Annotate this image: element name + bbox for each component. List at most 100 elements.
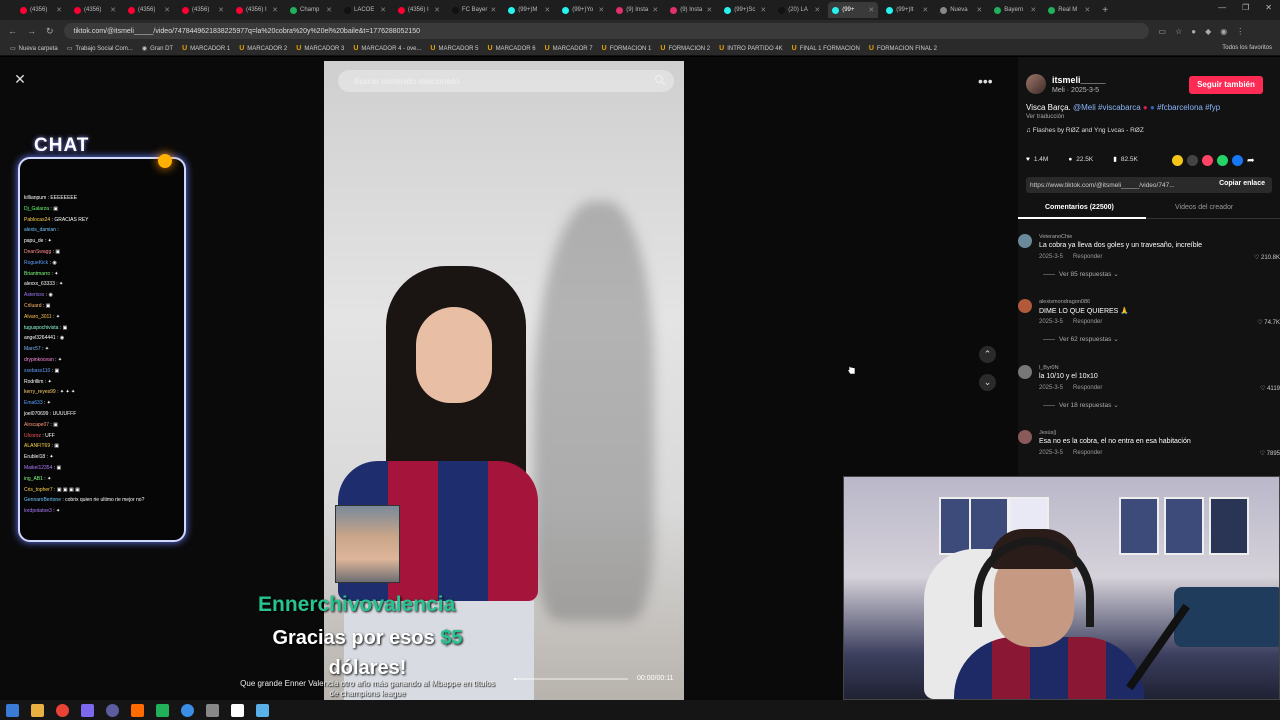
- browser-tab[interactable]: (99+ ✕: [828, 2, 879, 18]
- comment-likes[interactable]: ♡ 74.7K: [1230, 319, 1280, 326]
- file-explorer-icon[interactable]: [31, 703, 44, 717]
- close-tab-icon[interactable]: ✕: [218, 6, 224, 14]
- reply-button[interactable]: Responder: [1073, 385, 1102, 391]
- star-icon[interactable]: ☆: [1175, 27, 1182, 36]
- reload-icon[interactable]: ↻: [46, 26, 54, 37]
- browser-tab[interactable]: (4356) ✕: [124, 2, 174, 18]
- browser-tab[interactable]: (99+)Sc ✕: [720, 2, 770, 18]
- browser-tab[interactable]: (4356) I ✕: [232, 2, 282, 18]
- close-window-icon[interactable]: ✕: [1265, 3, 1272, 12]
- close-tab-icon[interactable]: ✕: [164, 6, 170, 14]
- new-tab-button[interactable]: +: [1102, 5, 1108, 16]
- close-tab-icon[interactable]: ✕: [652, 6, 658, 14]
- bookmark-item[interactable]: ▭ Nueva carpeta: [10, 45, 58, 53]
- profile-icon[interactable]: ◉: [1220, 27, 1227, 36]
- avatar[interactable]: [1026, 74, 1046, 94]
- search-icon[interactable]: [654, 74, 666, 86]
- browser-tab[interactable]: (4356) ✕: [70, 2, 120, 18]
- coin-icon[interactable]: [1172, 155, 1183, 166]
- follow-button[interactable]: Seguir también: [1189, 76, 1263, 94]
- cast-icon[interactable]: ▭: [1159, 27, 1167, 36]
- bookmark-item[interactable]: U MARCADOR 7: [545, 45, 593, 52]
- close-tab-icon[interactable]: ✕: [272, 6, 278, 14]
- related-search-input[interactable]: Buscar contenido relacionado: [338, 70, 674, 92]
- chevron-down-icon[interactable]: ⌄: [979, 374, 996, 391]
- bookmark-item[interactable]: U INTRO PARTIDO 4K: [719, 45, 783, 52]
- post-username[interactable]: itsmeli_____: [1052, 75, 1106, 85]
- browser-tab[interactable]: (9) Insta ✕: [612, 2, 662, 18]
- music-info[interactable]: ♫ Flashes by RØZ and Yng Lvcas - RØZ: [1026, 127, 1144, 134]
- comment-username[interactable]: alexismondragon086: [1039, 299, 1090, 305]
- tab-comments[interactable]: Comentarios (22500): [1045, 204, 1114, 211]
- whatsapp-icon[interactable]: [1217, 155, 1228, 166]
- reply-button[interactable]: Responder: [1073, 254, 1102, 260]
- close-tab-icon[interactable]: ✕: [434, 6, 440, 14]
- close-tab-icon[interactable]: ✕: [110, 6, 116, 14]
- comment-username[interactable]: l_Byr0N: [1039, 365, 1059, 371]
- comment-likes[interactable]: ♡ 210.8K: [1230, 254, 1280, 261]
- share-arrow-icon[interactable]: ➦: [1247, 155, 1258, 166]
- comment-icon[interactable]: ●: [1068, 156, 1072, 163]
- browser-tab[interactable]: (20) LA ✕: [774, 2, 824, 18]
- bookmark-item[interactable]: U FORMACION 2: [660, 45, 710, 52]
- app-icon[interactable]: [181, 703, 194, 717]
- view-replies-button[interactable]: Ver 85 respuestas ⌄: [1043, 270, 1119, 278]
- back-icon[interactable]: ←: [8, 26, 17, 36]
- close-tab-icon[interactable]: ✕: [1030, 6, 1036, 14]
- close-tab-icon[interactable]: ✕: [598, 6, 604, 14]
- url-field[interactable]: tiktok.com/@itsmeli_____/video/747844962…: [63, 23, 1149, 39]
- bookmark-icon[interactable]: ▮: [1113, 155, 1117, 163]
- forward-icon[interactable]: →: [27, 26, 36, 36]
- minimize-icon[interactable]: —: [1218, 3, 1226, 12]
- tab-creator-videos[interactable]: Videos del creador: [1175, 204, 1233, 211]
- browser-tab[interactable]: (99+)M ✕: [504, 2, 554, 18]
- post-hashtags-2[interactable]: #fcbarcelona #fyp: [1155, 103, 1220, 112]
- more-icon[interactable]: •••: [978, 73, 993, 89]
- menu-icon[interactable]: ⋮: [1236, 27, 1244, 36]
- comment-avatar[interactable]: [1018, 234, 1032, 248]
- browser-tab[interactable]: (99+)lt ✕: [882, 2, 932, 18]
- start-icon[interactable]: [6, 703, 19, 717]
- puzzle-icon[interactable]: ◆: [1205, 27, 1211, 36]
- heart-icon[interactable]: ♥: [1026, 156, 1030, 163]
- extension-icon[interactable]: ●: [1191, 27, 1196, 36]
- comment-avatar[interactable]: [1018, 299, 1032, 313]
- app-icon[interactable]: [81, 703, 94, 717]
- close-tab-icon[interactable]: ✕: [326, 6, 332, 14]
- bookmark-item[interactable]: ▭ Trabajo Social Com...: [67, 45, 133, 53]
- all-favorites[interactable]: Todos los favoritos: [1222, 45, 1272, 51]
- close-tab-icon[interactable]: ✕: [380, 6, 386, 14]
- translate-link[interactable]: Ver traducción: [1026, 114, 1064, 120]
- reply-button[interactable]: Responder: [1073, 319, 1102, 325]
- app-icon[interactable]: [131, 703, 144, 717]
- chevron-up-icon[interactable]: ⌃: [979, 346, 996, 363]
- facebook-icon[interactable]: [1232, 155, 1243, 166]
- post-hashtags[interactable]: @Meli #viscabarca: [1073, 103, 1141, 112]
- app-icon[interactable]: [206, 703, 219, 717]
- close-tab-icon[interactable]: ✕: [868, 6, 874, 14]
- bookmark-item[interactable]: U FORMACION 1: [602, 45, 652, 52]
- bookmark-item[interactable]: U MARCADOR 4 - ove...: [353, 45, 421, 52]
- browser-tab[interactable]: (4356) ✕: [178, 2, 228, 18]
- browser-tab[interactable]: FC Bayer ✕: [448, 2, 500, 18]
- comment-likes[interactable]: ♡ 7895: [1230, 450, 1280, 457]
- send-icon[interactable]: [1202, 155, 1213, 166]
- bookmark-item[interactable]: ◉ Gran DT: [142, 45, 173, 53]
- obs-icon[interactable]: [106, 703, 119, 717]
- comment-username[interactable]: VeteranoChie: [1039, 234, 1072, 240]
- browser-tab[interactable]: Champ ✕: [286, 2, 336, 18]
- copy-link-button[interactable]: Copiar enlace: [1219, 180, 1265, 187]
- app-icon[interactable]: [156, 703, 169, 717]
- close-tab-icon[interactable]: ✕: [1084, 6, 1090, 14]
- view-replies-button[interactable]: Ver 62 respuestas ⌄: [1043, 335, 1119, 343]
- comment-avatar[interactable]: [1018, 365, 1032, 379]
- close-tab-icon[interactable]: ✕: [56, 6, 62, 14]
- bookmark-item[interactable]: U MARCADOR 6: [488, 45, 536, 52]
- close-tab-icon[interactable]: ✕: [814, 6, 820, 14]
- comment-likes[interactable]: ♡ 4119: [1230, 385, 1280, 392]
- browser-tab[interactable]: (4356) I ✕: [394, 2, 444, 18]
- maximize-icon[interactable]: ❐: [1242, 3, 1249, 12]
- browser-tab[interactable]: (99+)Yo ✕: [558, 2, 608, 18]
- bookmark-item[interactable]: U MARCADOR 2: [239, 45, 287, 52]
- bookmark-item[interactable]: U FORMACION FINAL 2: [869, 45, 937, 52]
